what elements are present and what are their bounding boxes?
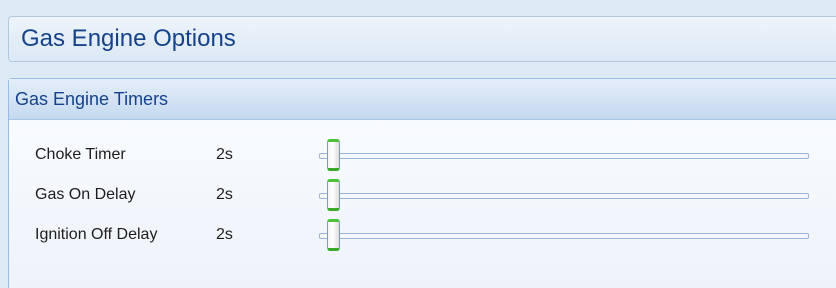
slider-thumb[interactable] [327, 179, 340, 211]
group-body: Choke Timer 2s Gas On Delay 2s Ignition … [9, 120, 836, 288]
gas-on-delay-label: Gas On Delay [35, 186, 136, 203]
page-title: Gas Engine Options [21, 25, 236, 52]
slider-track [319, 233, 809, 239]
choke-timer-label: Choke Timer [35, 146, 126, 163]
slider-track [319, 193, 809, 199]
slider-thumb[interactable] [327, 139, 340, 171]
gas-on-delay-slider[interactable] [319, 179, 809, 211]
gas-engine-timers-group: Gas Engine Timers Choke Timer 2s Gas On … [8, 78, 836, 288]
group-header: Gas Engine Timers [9, 79, 836, 120]
choke-timer-value: 2s [216, 146, 233, 163]
ignition-off-delay-row: Ignition Off Delay 2s [9, 219, 836, 251]
group-title: Gas Engine Timers [15, 89, 169, 109]
slider-track [319, 153, 809, 159]
page-header: Gas Engine Options [8, 16, 836, 62]
choke-timer-row: Choke Timer 2s [9, 139, 836, 171]
ignition-off-delay-slider[interactable] [319, 219, 809, 251]
slider-thumb[interactable] [327, 219, 340, 251]
choke-timer-slider[interactable] [319, 139, 809, 171]
ignition-off-delay-value: 2s [216, 226, 233, 243]
ignition-off-delay-label: Ignition Off Delay [35, 226, 158, 243]
gas-on-delay-row: Gas On Delay 2s [9, 179, 836, 211]
gas-on-delay-value: 2s [216, 186, 233, 203]
